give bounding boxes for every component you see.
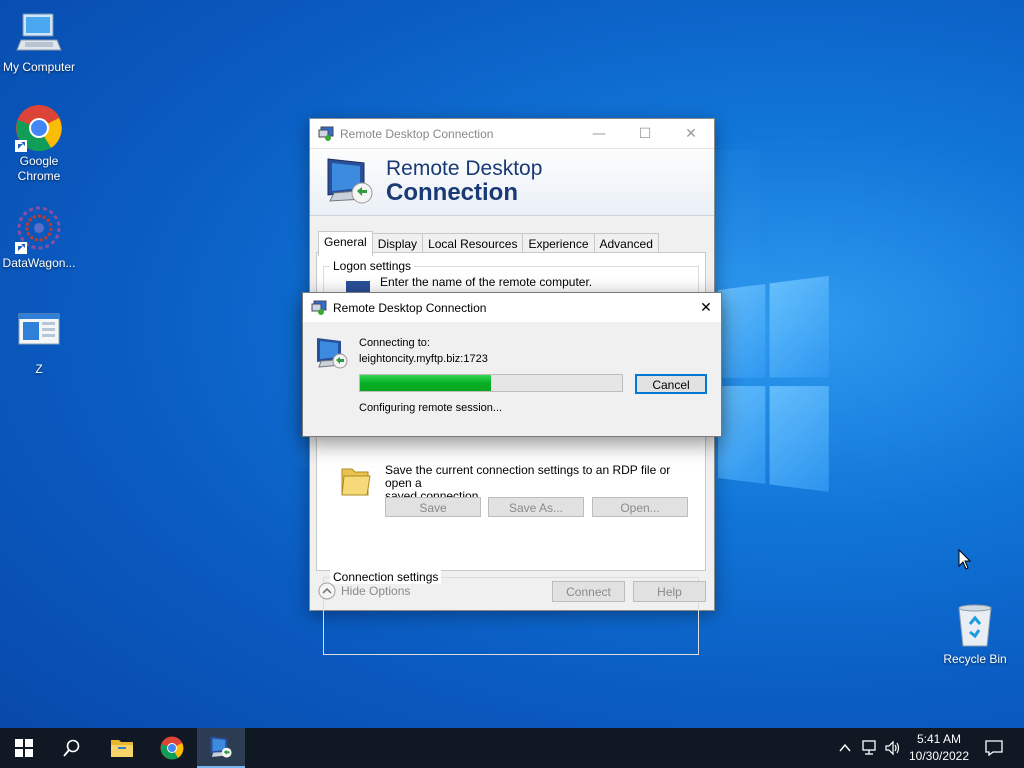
chevron-up-icon[interactable] (318, 582, 336, 600)
file-explorer-icon (111, 740, 133, 757)
desktop-icon-z[interactable]: Z (0, 308, 79, 377)
search-button[interactable] (48, 728, 96, 768)
remote-desktop-icon (311, 300, 327, 315)
computer-icon (15, 10, 63, 58)
search-icon (63, 739, 80, 757)
datawagon-icon (15, 206, 63, 254)
action-center-button[interactable] (970, 728, 1018, 768)
remote-desktop-icon (210, 736, 232, 758)
chrome-icon (160, 736, 184, 760)
connecting-to-label: Connecting to: (359, 337, 430, 349)
remote-desktop-icon (318, 126, 334, 141)
taskbar-remote-desktop[interactable] (197, 728, 245, 768)
rdc-titlebar[interactable]: Remote Desktop Connection — ☐ ✕ (310, 119, 714, 148)
network-icon[interactable] (860, 740, 878, 756)
chevron-up-icon[interactable] (838, 741, 852, 755)
start-icon (15, 739, 33, 757)
taskbar-chrome[interactable] (148, 728, 196, 768)
notification-icon (985, 740, 1003, 756)
connecting-dialog-titlebar[interactable]: Remote Desktop Connection ✕ (303, 293, 721, 322)
folder-icon (341, 468, 371, 496)
open-button[interactable]: Open... (592, 497, 688, 517)
desktop-icon-google-chrome[interactable]: Google Chrome (0, 104, 79, 184)
volume-icon[interactable] (884, 740, 902, 756)
window-icon (15, 308, 63, 356)
minimize-button[interactable]: — (576, 119, 622, 148)
save-as-button[interactable]: Save As... (488, 497, 584, 517)
connecting-dialog-title: Remote Desktop Connection (333, 300, 487, 315)
chrome-icon (15, 104, 63, 152)
remote-host-address: leightoncity.myftp.biz:1723 (359, 353, 488, 365)
connect-button[interactable]: Connect (552, 581, 625, 602)
desktop-icon-my-computer[interactable]: My Computer (0, 10, 79, 75)
logon-settings-title: Logon settings (330, 259, 415, 273)
start-button[interactable] (0, 728, 48, 768)
logon-settings-text: Enter the name of the remote computer. (380, 275, 593, 289)
rdc-tabs: General Display Local Resources Experien… (318, 231, 659, 256)
clock-time: 5:41 AM (916, 732, 962, 746)
rdc-window-title: Remote Desktop Connection (340, 126, 494, 141)
banner-title-line2: Connection (386, 179, 518, 206)
connection-settings-title: Connection settings (330, 570, 442, 584)
close-button[interactable]: ✕ (691, 293, 721, 322)
hide-options-link[interactable]: Hide Options (341, 584, 410, 598)
desktop-icon-label: DataWagon... (2, 256, 76, 270)
mouse-cursor-icon (958, 549, 972, 570)
banner-title-line1: Remote Desktop (386, 157, 543, 180)
wallpaper-windows-logo (718, 275, 829, 494)
desktop-icon-label: Google Chrome (17, 154, 61, 183)
desktop-icon-label: My Computer (2, 60, 76, 74)
taskbar-file-explorer[interactable] (98, 728, 146, 768)
connection-status-text: Configuring remote session... (359, 402, 503, 414)
help-button[interactable]: Help (633, 581, 706, 602)
remote-desktop-logo-icon (327, 158, 373, 204)
save-button[interactable]: Save (385, 497, 481, 517)
desktop-icon-label: Z (35, 362, 43, 376)
progress-fill (360, 375, 491, 391)
rdc-banner: Remote Desktop Connection (310, 148, 714, 216)
connection-progress-bar (359, 374, 623, 392)
tab-general[interactable]: General (318, 231, 373, 256)
recycle-bin-icon (951, 602, 999, 650)
desktop-icon-recycle-bin[interactable]: Recycle Bin (935, 602, 1015, 667)
desktop-icon-datawagon[interactable]: DataWagon... (0, 206, 79, 271)
taskbar: 5:41 AM 10/30/2022 (0, 728, 1024, 768)
cancel-button[interactable]: Cancel (635, 374, 707, 394)
connecting-dialog[interactable]: Remote Desktop Connection ✕ Connecting t… (302, 292, 722, 437)
remote-computer-icon (317, 338, 348, 369)
desktop-icon-label: Recycle Bin (943, 652, 1007, 666)
close-button[interactable]: ✕ (668, 119, 714, 148)
system-tray (838, 728, 902, 768)
taskbar-clock[interactable]: 5:41 AM 10/30/2022 (904, 731, 974, 765)
clock-date: 10/30/2022 (908, 749, 970, 763)
maximize-button[interactable]: ☐ (622, 119, 668, 148)
